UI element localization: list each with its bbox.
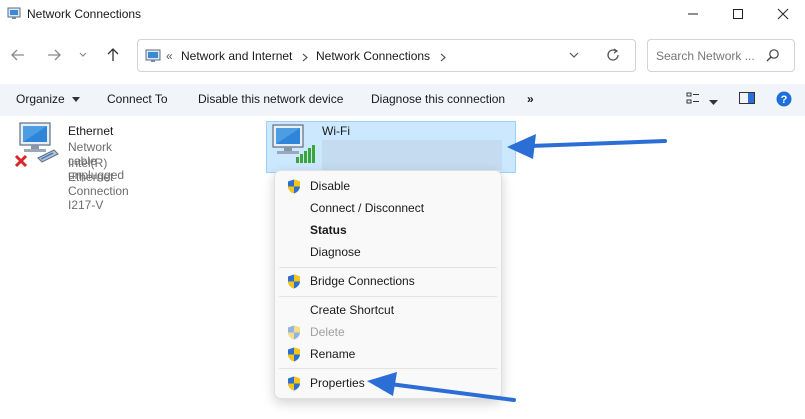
arrow-to-properties-icon <box>367 372 516 402</box>
annotation-arrows <box>367 134 667 402</box>
arrow-to-wifi-icon <box>507 134 667 159</box>
